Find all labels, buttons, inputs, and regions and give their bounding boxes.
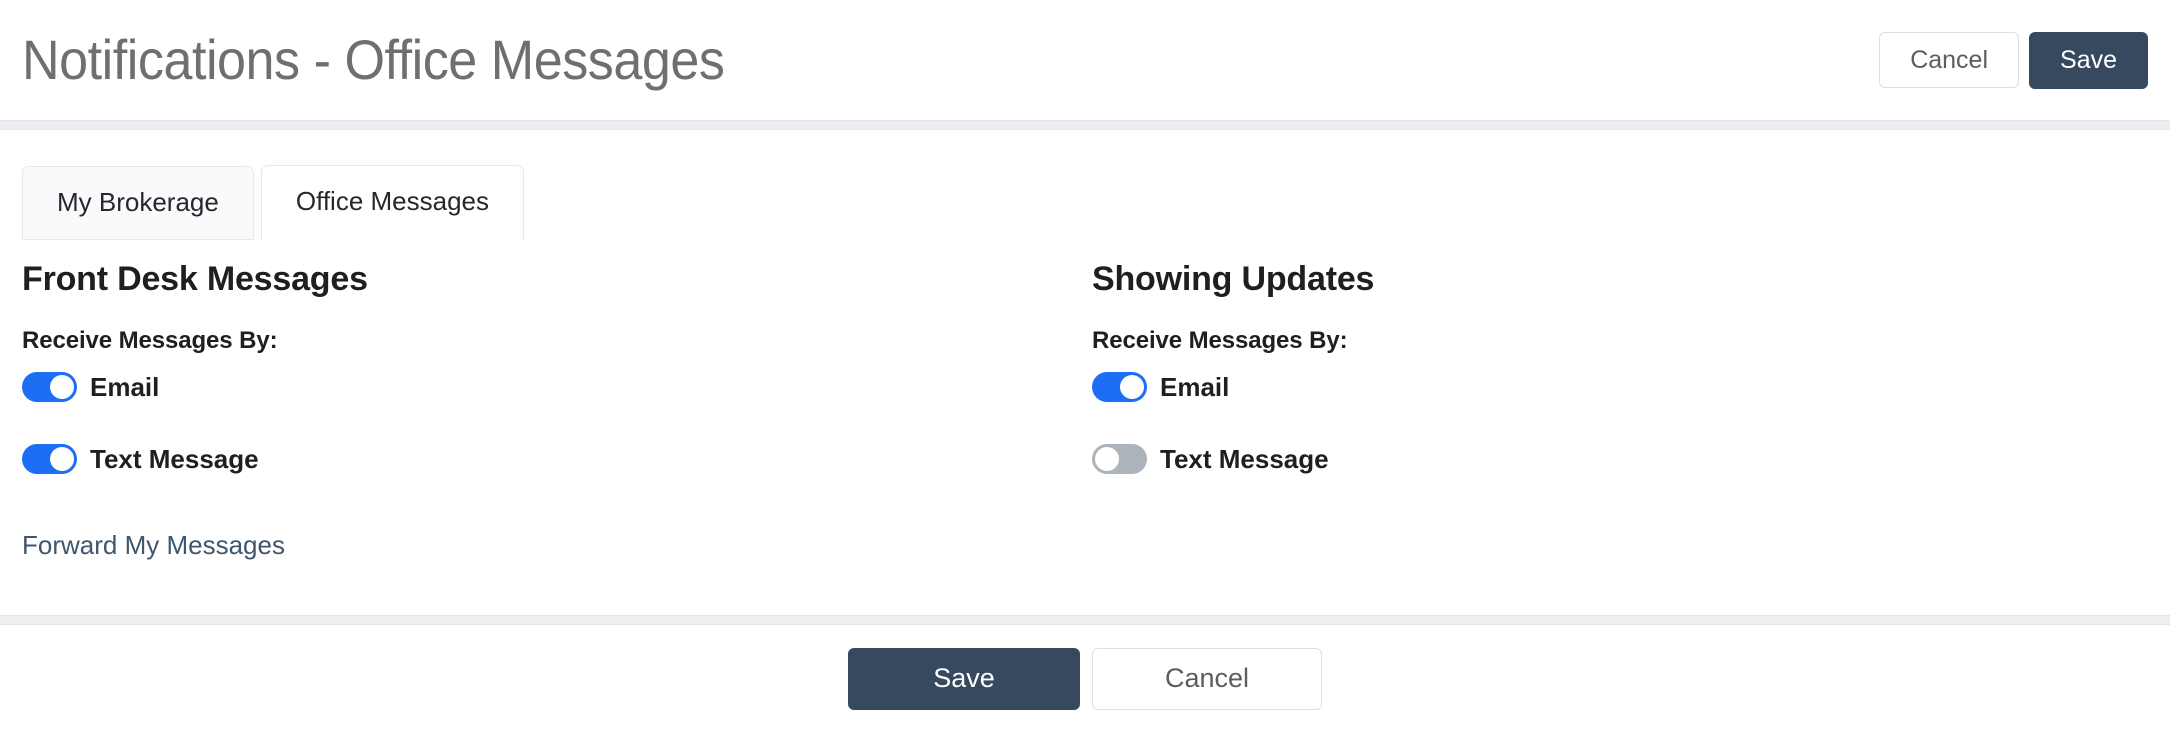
front-desk-messages-title: Front Desk Messages <box>22 260 368 298</box>
header-save-button[interactable]: Save <box>2029 31 2148 89</box>
toggle-knob-icon <box>50 375 74 399</box>
page-footer: Save Cancel <box>0 625 2170 732</box>
notifications-settings-page: Notifications - Office Messages Cancel S… <box>0 0 2170 732</box>
front-desk-email-toggle-row[interactable]: Email <box>22 372 159 402</box>
front-desk-text-message-label: Text Message <box>90 444 259 474</box>
forward-my-messages-link[interactable]: Forward My Messages <box>22 532 285 558</box>
settings-content: Front Desk Messages Receive Messages By:… <box>0 240 2170 615</box>
toggle-knob-icon <box>1120 375 1144 399</box>
header-cancel-button[interactable]: Cancel <box>1879 32 2020 88</box>
showing-updates-section: Showing Updates Receive Messages By: Ema… <box>1092 240 2148 474</box>
tab-office-messages[interactable]: Office Messages <box>260 165 525 240</box>
front-desk-receive-by-label: Receive Messages By: <box>22 327 278 354</box>
tab-bar: My Brokerage Office Messages <box>0 130 2170 240</box>
page-title: Notifications - Office Messages <box>22 28 725 91</box>
showing-updates-email-label: Email <box>1160 372 1230 402</box>
showing-updates-title: Showing Updates <box>1092 260 1375 298</box>
showing-updates-text-message-toggle[interactable] <box>1092 444 1147 474</box>
footer-cancel-button[interactable]: Cancel <box>1092 647 1322 710</box>
showing-updates-receive-by-label: Receive Messages By: <box>1092 327 1348 354</box>
tab-my-brokerage[interactable]: My Brokerage <box>22 166 254 240</box>
page-header: Notifications - Office Messages Cancel S… <box>0 0 2170 120</box>
front-desk-messages-section: Front Desk Messages Receive Messages By:… <box>22 240 1092 559</box>
showing-updates-email-toggle-row[interactable]: Email <box>1092 372 1229 402</box>
header-divider <box>0 120 2170 130</box>
settings-columns: Front Desk Messages Receive Messages By:… <box>22 240 2148 559</box>
footer-divider <box>0 615 2170 625</box>
footer-save-button[interactable]: Save <box>848 647 1080 710</box>
header-actions: Cancel Save <box>1879 31 2148 89</box>
front-desk-email-label: Email <box>90 372 160 402</box>
showing-updates-email-toggle[interactable] <box>1092 372 1147 402</box>
showing-updates-text-message-label: Text Message <box>1160 444 1329 474</box>
toggle-knob-icon <box>1095 447 1119 471</box>
toggle-knob-icon <box>50 447 74 471</box>
front-desk-email-toggle[interactable] <box>22 372 77 402</box>
front-desk-text-toggle-row[interactable]: Text Message <box>22 444 259 474</box>
front-desk-text-message-toggle[interactable] <box>22 444 77 474</box>
showing-updates-text-toggle-row[interactable]: Text Message <box>1092 444 1329 474</box>
